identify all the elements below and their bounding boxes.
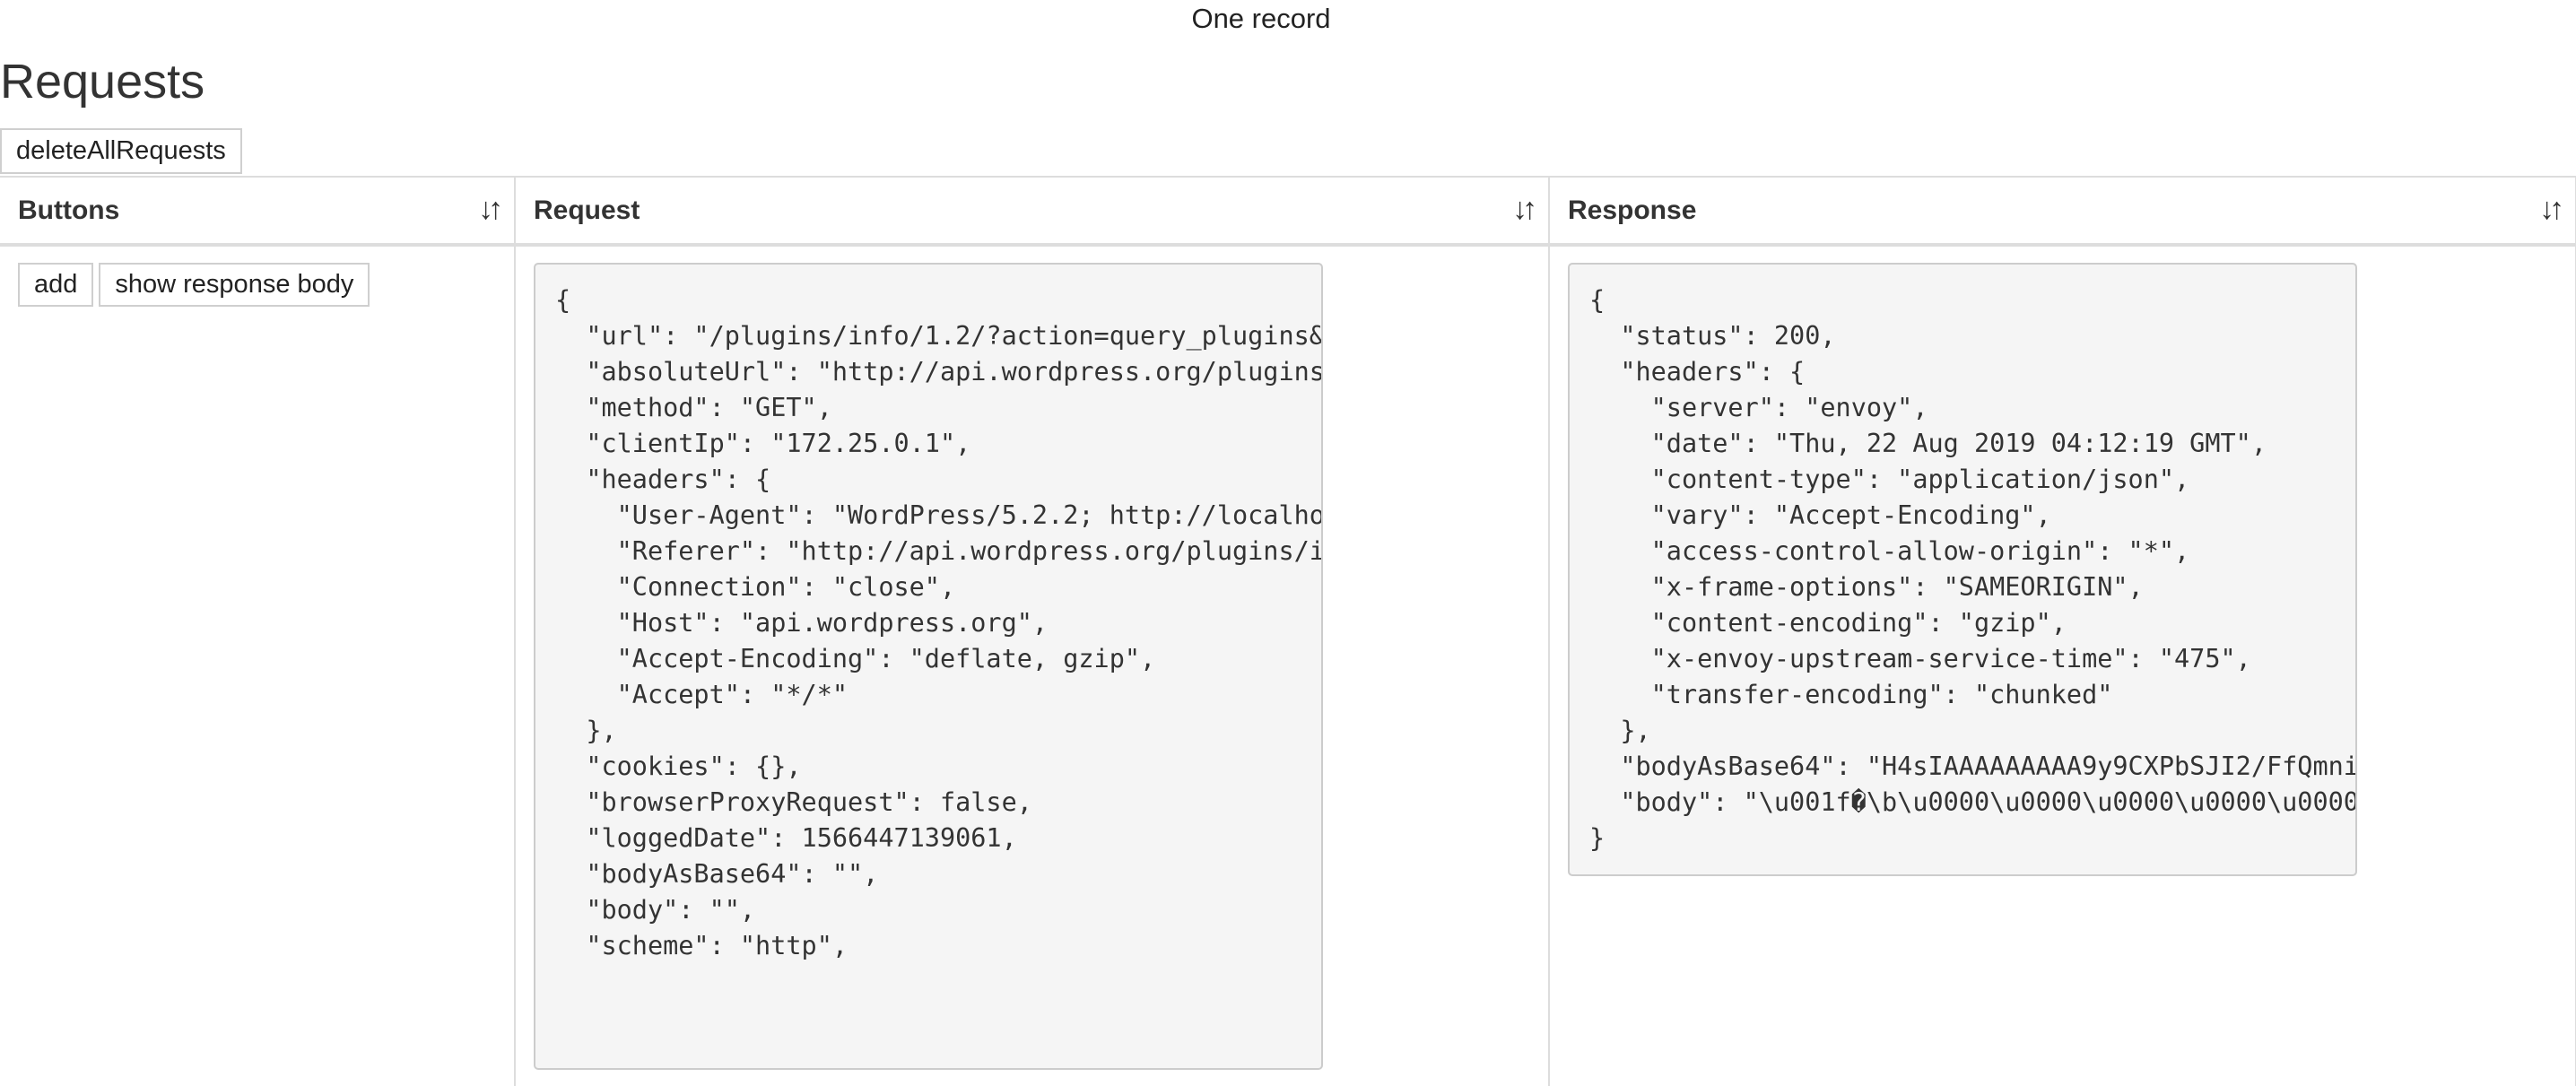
sort-arrows-icon[interactable]: ↓↑	[2539, 192, 2564, 227]
column-header-request[interactable]: Request ↓↑	[515, 176, 1550, 247]
record-count: One record	[1191, 3, 1331, 34]
show-response-body-button[interactable]: show response body	[99, 263, 370, 307]
buttons-cell: add show response body	[0, 245, 516, 1086]
sort-arrows-icon[interactable]: ↓↑	[1512, 192, 1537, 227]
sort-arrows-icon[interactable]: ↓↑	[478, 192, 503, 227]
add-button[interactable]: add	[18, 263, 94, 307]
column-header-label: Request	[534, 195, 640, 225]
column-header-label: Buttons	[18, 195, 120, 225]
table-header-row: Buttons ↓↑ Request ↓↑ Response ↓↑	[0, 176, 2576, 247]
requests-table: Buttons ↓↑ Request ↓↑ Response ↓↑ add sho…	[0, 176, 2576, 1086]
request-json-block[interactable]: { "url": "/plugins/info/1.2/?action=quer…	[534, 263, 1323, 1070]
page-title: Requests	[0, 55, 205, 109]
column-header-buttons[interactable]: Buttons ↓↑	[0, 176, 516, 247]
response-cell: { "status": 200, "headers": { "server": …	[1549, 245, 2576, 1086]
response-json-block[interactable]: { "status": 200, "headers": { "server": …	[1568, 263, 2357, 876]
table-row: add show response body { "url": "/plugins…	[0, 245, 2576, 1086]
column-header-response[interactable]: Response ↓↑	[1549, 176, 2576, 247]
column-header-label: Response	[1568, 195, 1697, 225]
request-cell: { "url": "/plugins/info/1.2/?action=quer…	[515, 245, 1550, 1086]
delete-all-requests-button[interactable]: deleteAllRequests	[0, 128, 242, 174]
